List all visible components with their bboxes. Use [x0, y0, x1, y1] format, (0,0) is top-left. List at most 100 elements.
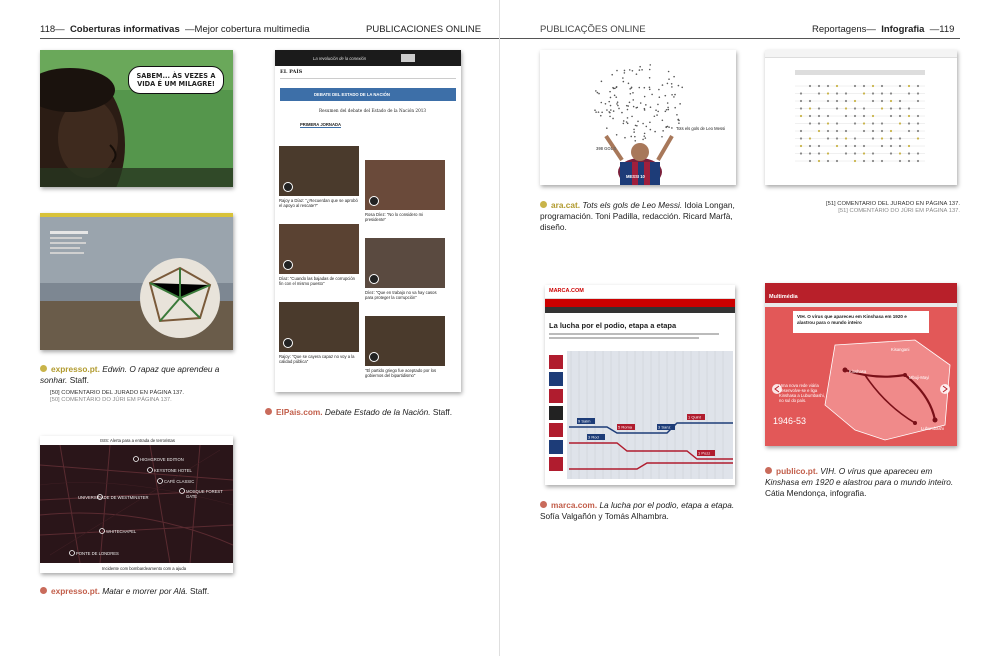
marca-nav-bar[interactable]: [545, 299, 735, 307]
video-thumb[interactable]: [279, 302, 359, 352]
goal-dot: [627, 105, 629, 107]
elpais-logo[interactable]: EL PAÍS: [280, 70, 302, 75]
video-caption: Rosa Díez: "No lo considero mi president…: [365, 212, 424, 222]
table-cell-dot: [862, 144, 866, 148]
right-page: PUBLICAÇÕES ONLINE Reportagens— Infograf…: [500, 0, 1000, 656]
ala-source[interactable]: expresso.pt.: [51, 586, 100, 596]
goal-dot: [666, 102, 669, 104]
publico-logo[interactable]: Multimédia: [769, 294, 798, 300]
publico-source[interactable]: publico.pt.: [776, 466, 818, 476]
goal-dot: [609, 111, 611, 114]
publico-screenshot[interactable]: Multimédia VIH. O vírus que apareceu em …: [765, 283, 957, 446]
video-caption: Rajoy a Díaz: "¿Recuerdan que se aprobó …: [279, 198, 358, 208]
tab-primera-jornada[interactable]: PRIMERA JORNADA: [300, 122, 342, 128]
goal-dot: [622, 77, 624, 79]
stage-label: 3 Sanz: [658, 425, 670, 430]
city-mbuji-mayi: Mbuji-Mayi: [909, 375, 930, 380]
team-badge[interactable]: [549, 457, 563, 471]
table-cell-dot: [916, 114, 920, 118]
infografia-screenshot[interactable]: [765, 50, 957, 185]
marca-screenshot[interactable]: MARCA.COM La lucha por el podio, etapa a…: [545, 285, 735, 485]
table-cell-dot: [916, 137, 920, 140]
publico-headline: VIH. O vírus que apareceu em Kinshasa em…: [797, 314, 907, 325]
edwin-source[interactable]: expresso.pt.: [51, 364, 100, 374]
goal-dot: [616, 103, 618, 105]
goal-dot: [622, 80, 625, 83]
table-cell-dot: [808, 107, 812, 110]
ara-messi-screenshot[interactable]: MESSI 10 Tots els gols de Leo Messi 398 …: [540, 50, 736, 185]
goal-dot: [642, 138, 644, 141]
elpais-screenshot[interactable]: La revolución de la conexión EL PAÍS DEB…: [275, 50, 461, 392]
table-cell-dot: [808, 99, 812, 103]
video-thumb[interactable]: [365, 238, 445, 288]
team-badge[interactable]: [549, 389, 563, 403]
table-cell-dot: [916, 92, 920, 95]
stage-label: 9 Salm: [578, 419, 591, 424]
play-icon[interactable]: [283, 260, 293, 270]
play-icon[interactable]: [369, 352, 379, 362]
table-cell-dot: [862, 84, 866, 88]
table-cell-dot: [826, 122, 830, 125]
play-icon[interactable]: [283, 182, 293, 192]
goal-dot: [634, 140, 637, 142]
video-caption: "El partido griego fue aceptado por los …: [365, 368, 437, 378]
table-cell-dot: [880, 159, 884, 163]
table-cell-dot: [907, 114, 911, 118]
goal-dot: [630, 86, 633, 89]
play-icon[interactable]: [369, 196, 379, 206]
edwin-screenshot[interactable]: SABEM... ÀS VEZES A VIDA É UM MILAGRE!: [40, 50, 233, 187]
ara-goal-count: 398 GOLS: [596, 146, 617, 151]
edwin-caption: expresso.pt. Edwin. O rapaz que aprendeu…: [40, 364, 235, 386]
video-caption: Díaz: "Cuando las bajadas de corrupción …: [279, 276, 355, 286]
video-thumb[interactable]: [279, 224, 359, 274]
team-badge[interactable]: [549, 372, 563, 386]
elpais-divider: [280, 78, 456, 79]
goal-dot: [612, 117, 614, 120]
table-cell-dot: [835, 137, 839, 140]
marca-subnav[interactable]: [545, 307, 735, 313]
table-cell-dot: [889, 144, 893, 148]
goal-dot: [615, 133, 618, 136]
goal-dot: [639, 102, 642, 104]
table-cell-dot: [880, 129, 884, 133]
team-badge[interactable]: [549, 440, 563, 454]
table-cell-dot: [907, 107, 911, 110]
marca-logo[interactable]: MARCA.COM: [549, 288, 584, 294]
goal-dot: [611, 73, 614, 76]
table-cell-dot: [907, 84, 911, 88]
play-icon[interactable]: [369, 274, 379, 284]
video-thumb[interactable]: [279, 146, 359, 196]
publico-nav[interactable]: [765, 303, 957, 307]
table-cell-dot: [880, 99, 884, 103]
goal-dot: [668, 126, 670, 128]
map-label-keystone: KEYSTONE HOTEL: [154, 468, 192, 473]
publico-years: 1946-53: [773, 416, 807, 426]
video-thumb[interactable]: [365, 316, 445, 366]
video-thumb[interactable]: [365, 160, 445, 210]
goal-dot: [655, 109, 657, 112]
team-badge[interactable]: [549, 423, 563, 437]
team-badge[interactable]: [549, 355, 563, 369]
goal-dot: [662, 130, 664, 132]
ala-map-footer: Incidente com bombardeamento com a ajuda: [102, 566, 187, 571]
stage-label: 5 Roma: [618, 425, 633, 430]
ala-map-screenshot[interactable]: ISIS: Alerta para a entrada de terrorist…: [40, 436, 233, 573]
goal-dot: [626, 108, 629, 111]
map-label-highgrove: HIGHGROVE EDITION: [140, 457, 184, 462]
marca-source[interactable]: marca.com.: [551, 500, 597, 510]
table-cell-dot: [826, 159, 830, 163]
goal-dot: [625, 121, 628, 123]
edwin-ball-screenshot[interactable]: [40, 213, 233, 350]
elpais-source[interactable]: ElPais.com.: [276, 407, 323, 417]
goal-dot: [627, 82, 630, 85]
ara-source[interactable]: ara.cat.: [551, 200, 580, 210]
right-category: PUBLICAÇÕES ONLINE: [540, 24, 646, 35]
goal-dot: [632, 99, 635, 101]
table-cell-dot: [889, 129, 893, 133]
team-badge[interactable]: [549, 406, 563, 420]
play-icon[interactable]: [283, 338, 293, 348]
goal-dot: [634, 135, 636, 138]
publico-credits: Cátia Mendonça, infografia.: [765, 488, 867, 498]
goal-dot: [648, 68, 651, 71]
table-cell-dot: [817, 114, 821, 118]
